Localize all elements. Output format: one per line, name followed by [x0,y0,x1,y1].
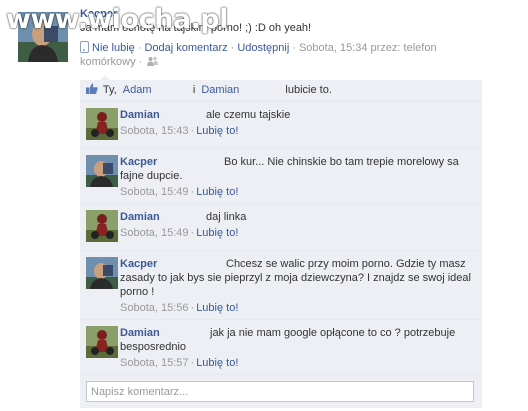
separator: · [292,42,296,54]
comment-author[interactable]: Kacper [120,155,224,169]
add-comment-link[interactable]: Dodaj komentarz [144,42,227,54]
comment-item: Damian jak ja nie mam google opłącone to … [80,319,482,374]
separator: · [190,357,195,369]
like-name-adam[interactable]: Adam [123,84,187,96]
watermark: www.wiocha.pl [6,4,228,35]
commenter-avatar[interactable] [86,210,118,242]
comment-timestamp[interactable]: Sobota, 15:57 [120,357,189,369]
commenter-avatar[interactable] [86,326,118,358]
comment-author[interactable]: Damian [120,326,210,340]
commenter-avatar[interactable] [86,155,118,187]
comment-text: daj linka [206,211,247,223]
commenter-avatar[interactable] [86,108,118,140]
comment-like-link[interactable]: Lubię to! [196,357,238,369]
comment-text: ale czemu tajskie [206,109,291,121]
comment-input[interactable] [86,381,474,402]
separator: · [138,56,143,68]
separator: · [190,125,195,137]
separator: · [190,186,195,198]
comment-author[interactable]: Damian [120,210,206,224]
comment-like-link[interactable]: Lubię to! [196,302,238,314]
comment-item: Damian daj linka Sobota, 15:49 · Lubię to! [80,203,482,250]
comment-like-link[interactable]: Lubię to! [196,125,238,137]
commenter-avatar[interactable] [86,257,118,289]
like-name-damian[interactable]: Damian [201,84,279,96]
separator: · [230,42,235,54]
separator: · [190,227,195,239]
likes-conjunction: i [192,84,196,96]
likes-suffix: lubicie to. [285,84,332,96]
share-link[interactable]: Udostępnij [237,42,289,54]
comment-item: Kacper Chcesz se walic przy moim porno. G… [80,250,482,319]
mobile-phone-icon [80,41,89,53]
comment-timestamp[interactable]: Sobota, 15:43 [120,125,189,137]
comment-like-link[interactable]: Lubię to! [196,186,238,198]
separator: · [190,302,195,314]
comment-author[interactable]: Kacper [120,257,226,271]
post-meta: Nie lubię · Dodaj komentarz · Udostępnij · Sob… [80,41,480,69]
add-comment-row [80,374,482,408]
comments-section: Ty, Adam i Damian lubicie to. Damian ale … [80,75,482,408]
comment-timestamp[interactable]: Sobota, 15:49 [120,227,189,239]
comment-like-link[interactable]: Lubię to! [196,227,238,239]
separator: · [137,42,142,54]
friends-privacy-icon[interactable] [147,56,159,66]
likes-summary: Ty, Adam i Damian lubicie to. [80,80,482,101]
comment-item: Damian ale czemu tajskie Sobota, 15:43 · Lu… [80,101,482,148]
thumbs-up-icon [86,83,98,94]
comment-timestamp[interactable]: Sobota, 15:49 [120,186,189,198]
comment-author[interactable]: Damian [120,108,206,122]
comment-item: Kacper Bo kur... Nie chinskie bo tam trep… [80,148,482,203]
unlike-link[interactable]: Nie lubię [92,42,135,54]
likes-prefix: Ty, [102,84,117,96]
comment-timestamp[interactable]: Sobota, 15:56 [120,302,189,314]
